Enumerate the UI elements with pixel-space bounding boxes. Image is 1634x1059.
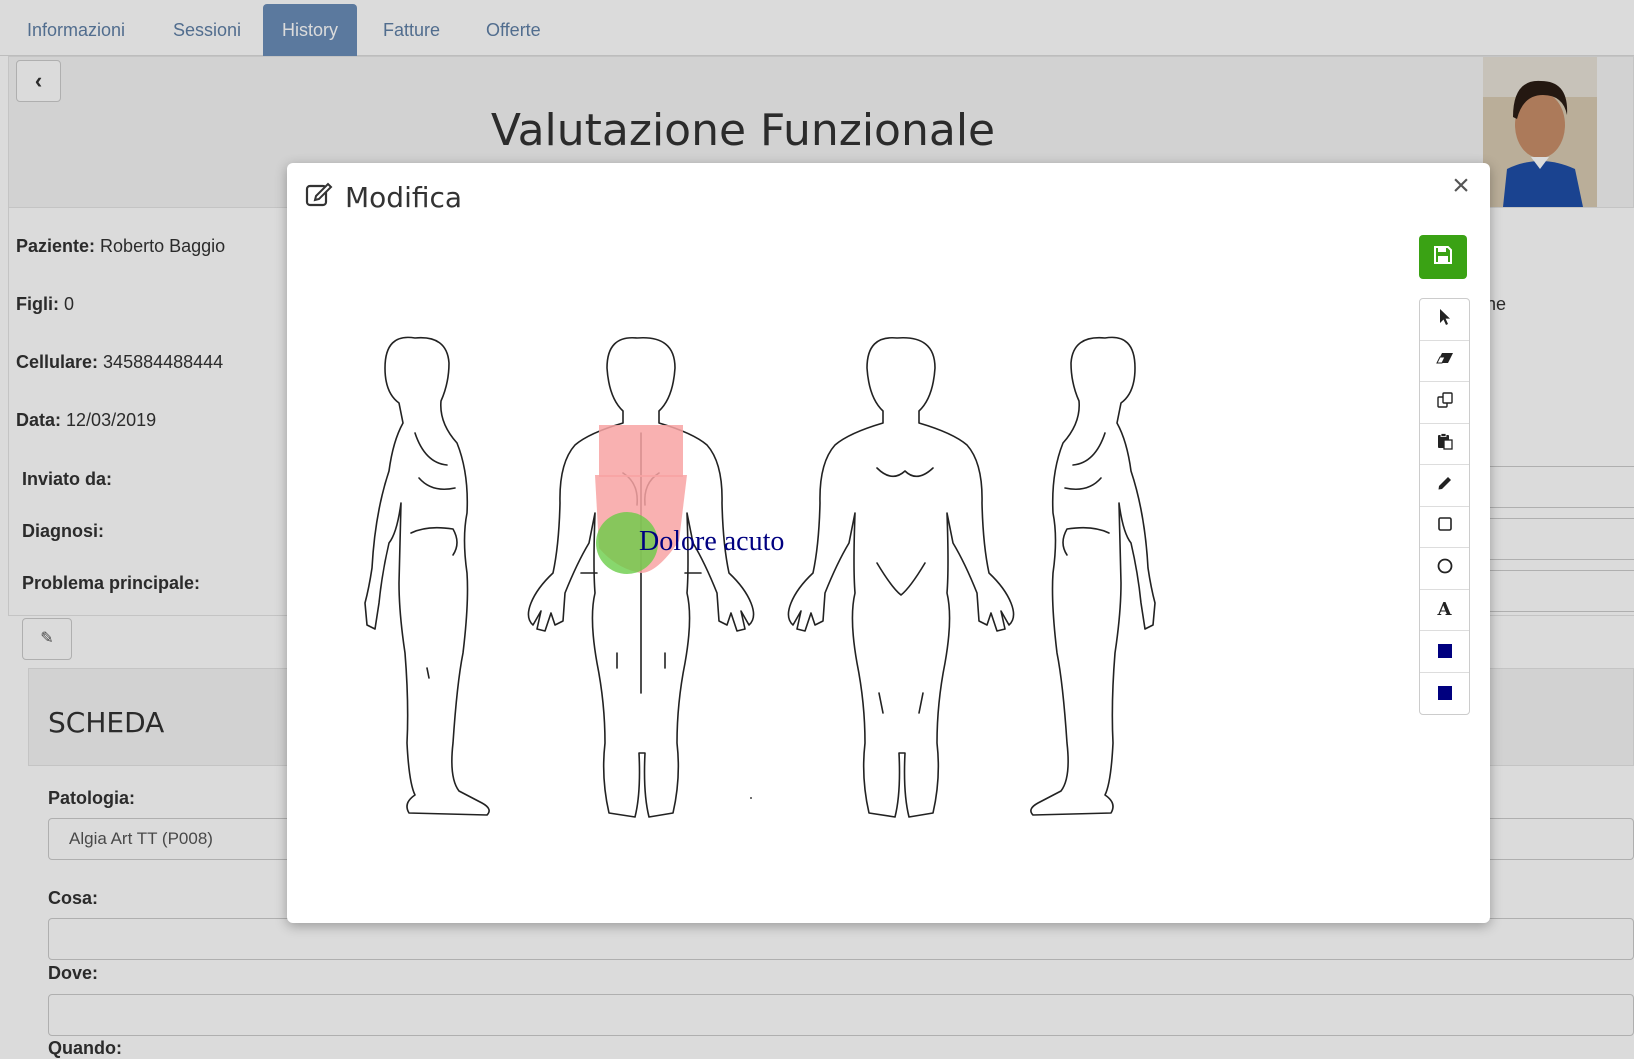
text-icon: A bbox=[1437, 599, 1452, 621]
fill-color-tool[interactable] bbox=[1420, 673, 1469, 715]
pointer-icon bbox=[1438, 308, 1452, 331]
eraser-icon bbox=[1435, 351, 1454, 370]
edit-icon bbox=[305, 181, 333, 214]
copy-icon bbox=[1436, 392, 1453, 413]
square-icon bbox=[1437, 517, 1452, 536]
pointer-tool[interactable] bbox=[1420, 299, 1469, 341]
circle-icon bbox=[1437, 558, 1453, 579]
stray-dot bbox=[750, 797, 752, 799]
stroke-color-swatch bbox=[1437, 644, 1452, 659]
circle-tool[interactable] bbox=[1420, 548, 1469, 590]
fill-color-swatch bbox=[1437, 686, 1452, 701]
body-side-left-figure bbox=[364, 336, 490, 816]
close-button[interactable]: × bbox=[1446, 169, 1476, 205]
floppy-disk-icon bbox=[1434, 245, 1452, 269]
body-back-figure: Dolore acuto bbox=[527, 337, 784, 818]
body-front-figure bbox=[787, 337, 1015, 818]
paste-tool[interactable] bbox=[1420, 424, 1469, 465]
text-tool[interactable]: A bbox=[1420, 590, 1469, 631]
copy-tool[interactable] bbox=[1420, 382, 1469, 424]
rectangle-tool[interactable] bbox=[1420, 507, 1469, 548]
pencil-icon bbox=[1437, 475, 1453, 496]
stroke-color-tool[interactable] bbox=[1420, 631, 1469, 673]
paste-icon bbox=[1437, 432, 1453, 455]
body-side-right-figure bbox=[1030, 336, 1156, 816]
body-diagram-canvas[interactable]: Dolore acuto bbox=[327, 273, 1427, 893]
pencil-tool[interactable] bbox=[1420, 465, 1469, 507]
eraser-tool[interactable] bbox=[1420, 341, 1469, 382]
annotation-label[interactable]: Dolore acuto bbox=[639, 526, 784, 557]
edit-modal: Modifica × A Dolore acuto bbox=[287, 163, 1490, 923]
modal-title: Modifica bbox=[345, 181, 463, 214]
